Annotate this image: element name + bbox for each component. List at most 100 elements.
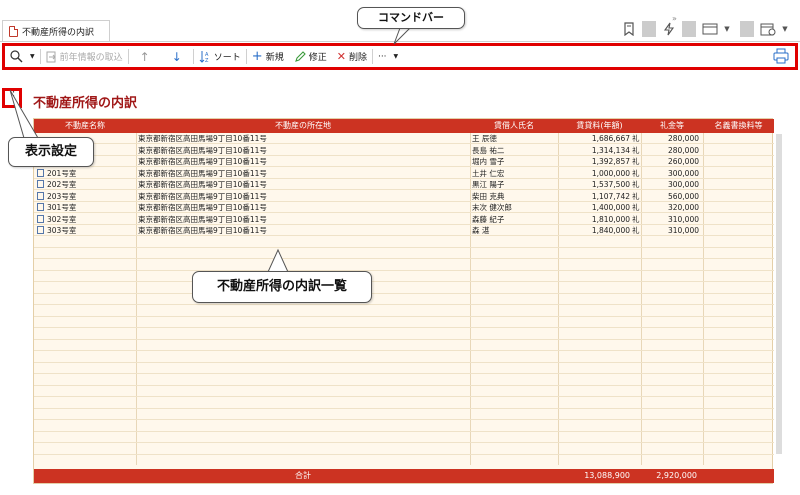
table-row[interactable] <box>34 340 774 351</box>
table-row[interactable] <box>34 409 774 420</box>
cell-name: 203号室 <box>37 191 134 202</box>
chevron-down-icon[interactable]: ▼ <box>778 25 792 33</box>
table-row[interactable]: 東京都新宿区高田馬場9丁目10番11号 長島 祐二 1,314,134 礼 280,00… <box>34 145 774 156</box>
edit-button[interactable]: 修正 <box>289 46 332 67</box>
table-row[interactable] <box>34 237 774 248</box>
cell-key-money: 560,000 <box>667 191 699 201</box>
sort-button[interactable]: AZ ソート <box>194 46 246 67</box>
list-callout: 不動産所得の内訳一覧 <box>192 271 372 303</box>
new-button[interactable]: + 新規 <box>247 46 289 67</box>
cell-tenant: 堀内 雪子 <box>472 157 505 166</box>
cell-tenant: 黒江 陽子 <box>472 180 505 189</box>
cell-tenant: 王 辰徳 <box>472 134 497 143</box>
print-button[interactable] <box>773 48 789 64</box>
cell-tenant: 末次 健次郎 <box>472 203 512 212</box>
table-row[interactable] <box>34 421 774 432</box>
table-row[interactable] <box>34 352 774 363</box>
property-icon <box>37 191 44 200</box>
cell-rent: 1,392,857 <box>591 157 630 166</box>
property-icon <box>37 180 44 188</box>
divider <box>642 21 656 37</box>
cell-rent-unit: 礼 <box>632 168 640 178</box>
cell-rent-unit: 礼 <box>632 180 640 189</box>
import-previous-year-button[interactable]: 前年情報の取込 <box>41 46 128 67</box>
import-label: 前年情報の取込 <box>59 53 123 63</box>
cell-tenant: 柴田 克典 <box>472 191 505 201</box>
display-settings-button[interactable] <box>2 88 22 108</box>
calendar-settings-icon[interactable] <box>760 22 776 36</box>
tab-underline <box>0 41 800 42</box>
divider <box>740 21 754 37</box>
table-row[interactable] <box>34 432 774 443</box>
chevron-down-icon: ▼ <box>393 53 399 60</box>
table-row[interactable]: 203号室 東京都新宿区高田馬場9丁目10番11号 柴田 克典 1,107,742 礼 5… <box>34 191 774 202</box>
chevron-down-icon[interactable]: ▼ <box>720 25 734 33</box>
table-row[interactable] <box>34 283 774 294</box>
cell-address: 東京都新宿区高田馬場9丁目10番11号 <box>138 157 267 166</box>
more-label: ··· <box>377 51 387 62</box>
cell-address: 東京都新宿区高田馬場9丁目10番11号 <box>138 191 267 201</box>
cell-key-money: 310,000 <box>667 226 699 235</box>
document-icon <box>9 26 18 37</box>
column-header-name[interactable]: 不動産名称 <box>34 119 136 133</box>
table-row[interactable] <box>34 294 774 305</box>
window-tools: ▼ ▼ <box>622 18 792 40</box>
cell-rent-unit: 礼 <box>632 226 640 235</box>
commandbar-callout: コマンドバー <box>357 7 465 29</box>
cell-address: 東京都新宿区高田馬場9丁目10番11号 <box>138 168 267 178</box>
cell-tenant: 長島 祐二 <box>472 145 505 155</box>
cell-address: 東京都新宿区高田馬場9丁目10番11号 <box>138 214 267 224</box>
page-title: 不動産所得の内訳 <box>33 96 138 111</box>
table-row[interactable] <box>34 329 774 340</box>
table-row[interactable] <box>34 386 774 397</box>
tab-label: 不動産所得の内訳 <box>22 28 95 38</box>
cell-rent: 1,400,000 <box>591 203 630 212</box>
table-row[interactable]: 202号室 東京都新宿区高田馬場9丁目10番11号 黒江 陽子 1,537,500 礼 3… <box>34 179 774 190</box>
table-row[interactable] <box>34 248 774 259</box>
property-icon <box>37 214 44 223</box>
lightning-icon[interactable] <box>662 22 676 36</box>
cell-key-money: 260,000 <box>667 157 699 166</box>
delete-button[interactable]: ✕ 削除 <box>332 46 372 67</box>
search-button[interactable]: ▼ <box>5 46 40 67</box>
column-header-key-money[interactable]: 礼金等 <box>641 119 703 133</box>
table-row[interactable]: 303号室 東京都新宿区高田馬場9丁目10番11号 森 湛 1,840,000 礼 310… <box>34 225 774 236</box>
tab-document[interactable]: 不動産所得の内訳 <box>2 20 110 42</box>
table-row[interactable] <box>34 271 774 282</box>
cell-tenant: 土井 仁宏 <box>472 168 505 178</box>
table-row[interactable]: 302号室 東京都新宿区高田馬場9丁目10番11号 森藤 紀子 1,810,000 礼 3… <box>34 214 774 225</box>
divider <box>682 21 696 37</box>
cell-key-money: 280,000 <box>667 145 699 155</box>
column-header-address[interactable]: 不動産の所在地 <box>136 119 470 133</box>
sort-label: ソート <box>213 53 241 63</box>
table-row[interactable]: 201号室 東京都新宿区高田馬場9丁目10番11号 土井 仁宏 1,000,000 礼 3… <box>34 168 774 179</box>
table-row[interactable] <box>34 375 774 386</box>
vertical-scrollbar[interactable] <box>776 134 782 454</box>
table-row[interactable] <box>34 398 774 409</box>
table-header: 不動産名称 不動産の所在地 賃借人氏名 賃貸料(年額) 礼金等 名義書換料等 <box>34 119 774 133</box>
table-row[interactable] <box>34 260 774 271</box>
table-row[interactable]: 東京都新宿区高田馬場9丁目10番11号 王 辰徳 1,686,667 礼 280,000 <box>34 133 774 144</box>
import-icon <box>46 51 56 62</box>
search-icon <box>10 50 23 63</box>
cell-address: 東京都新宿区高田馬場9丁目10番11号 <box>138 180 267 189</box>
cell-address: 東京都新宿区高田馬場9丁目10番11号 <box>138 145 267 155</box>
table-row[interactable] <box>34 317 774 328</box>
cell-name: 202号室 <box>37 179 134 190</box>
table-row[interactable] <box>34 306 774 317</box>
window-layout-icon[interactable] <box>702 23 718 35</box>
table-row[interactable]: 東京都新宿区高田馬場9丁目10番11号 堀内 雪子 1,392,857 礼 260,00… <box>34 156 774 167</box>
column-header-tenant[interactable]: 賃借人氏名 <box>470 119 558 133</box>
more-button[interactable]: ··· ▼ <box>373 46 403 67</box>
move-down-button[interactable]: ↓ <box>161 46 193 67</box>
cell-key-money: 300,000 <box>667 180 699 189</box>
table-row[interactable]: 301号室 東京都新宿区高田馬場9丁目10番11号 末次 健次郎 1,400,000 礼… <box>34 202 774 213</box>
chevron-down-icon: ▼ <box>30 53 35 60</box>
column-header-rent[interactable]: 賃貸料(年額) <box>558 119 641 133</box>
move-up-button[interactable]: ↑ <box>129 46 161 67</box>
column-header-renewal-fee[interactable]: 名義書換料等 <box>703 119 774 133</box>
bookmark-icon[interactable] <box>622 22 636 36</box>
table-row[interactable] <box>34 444 774 455</box>
table-row[interactable] <box>34 363 774 374</box>
cell-rent: 1,107,742 <box>591 191 630 201</box>
